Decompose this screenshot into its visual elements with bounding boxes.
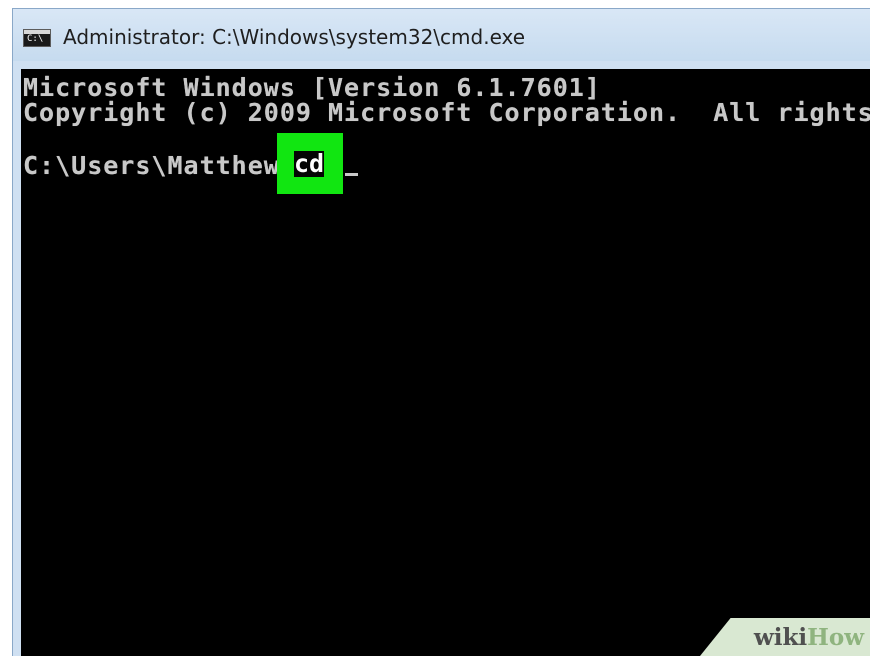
- console-area[interactable]: Microsoft Windows [Version 6.1.7601] Cop…: [21, 69, 870, 656]
- window-title: Administrator: C:\Windows\system32\cmd.e…: [63, 25, 526, 49]
- console-line-version: Microsoft Windows [Version 6.1.7601]: [23, 73, 601, 102]
- command-prompt-icon: C:\: [23, 29, 51, 47]
- wikihow-watermark-wiki: wiki: [753, 623, 808, 651]
- command-highlight: cd: [277, 133, 343, 194]
- screenshot-stage: C:\ Administrator: C:\Windows\system32\c…: [0, 0, 870, 656]
- wikihow-watermark-how: How: [807, 623, 864, 651]
- console-line-copyright: Copyright (c) 2009 Microsoft Corporation…: [23, 98, 870, 127]
- title-bar[interactable]: C:\ Administrator: C:\Windows\system32\c…: [13, 9, 870, 61]
- text-cursor: [345, 173, 358, 176]
- typed-command: cd: [294, 149, 325, 178]
- command-prompt-window: C:\ Administrator: C:\Windows\system32\c…: [12, 8, 870, 656]
- command-prompt-icon-text: C:\: [27, 34, 44, 44]
- command-prompt-path: C:\Users\Matthew>: [23, 151, 296, 180]
